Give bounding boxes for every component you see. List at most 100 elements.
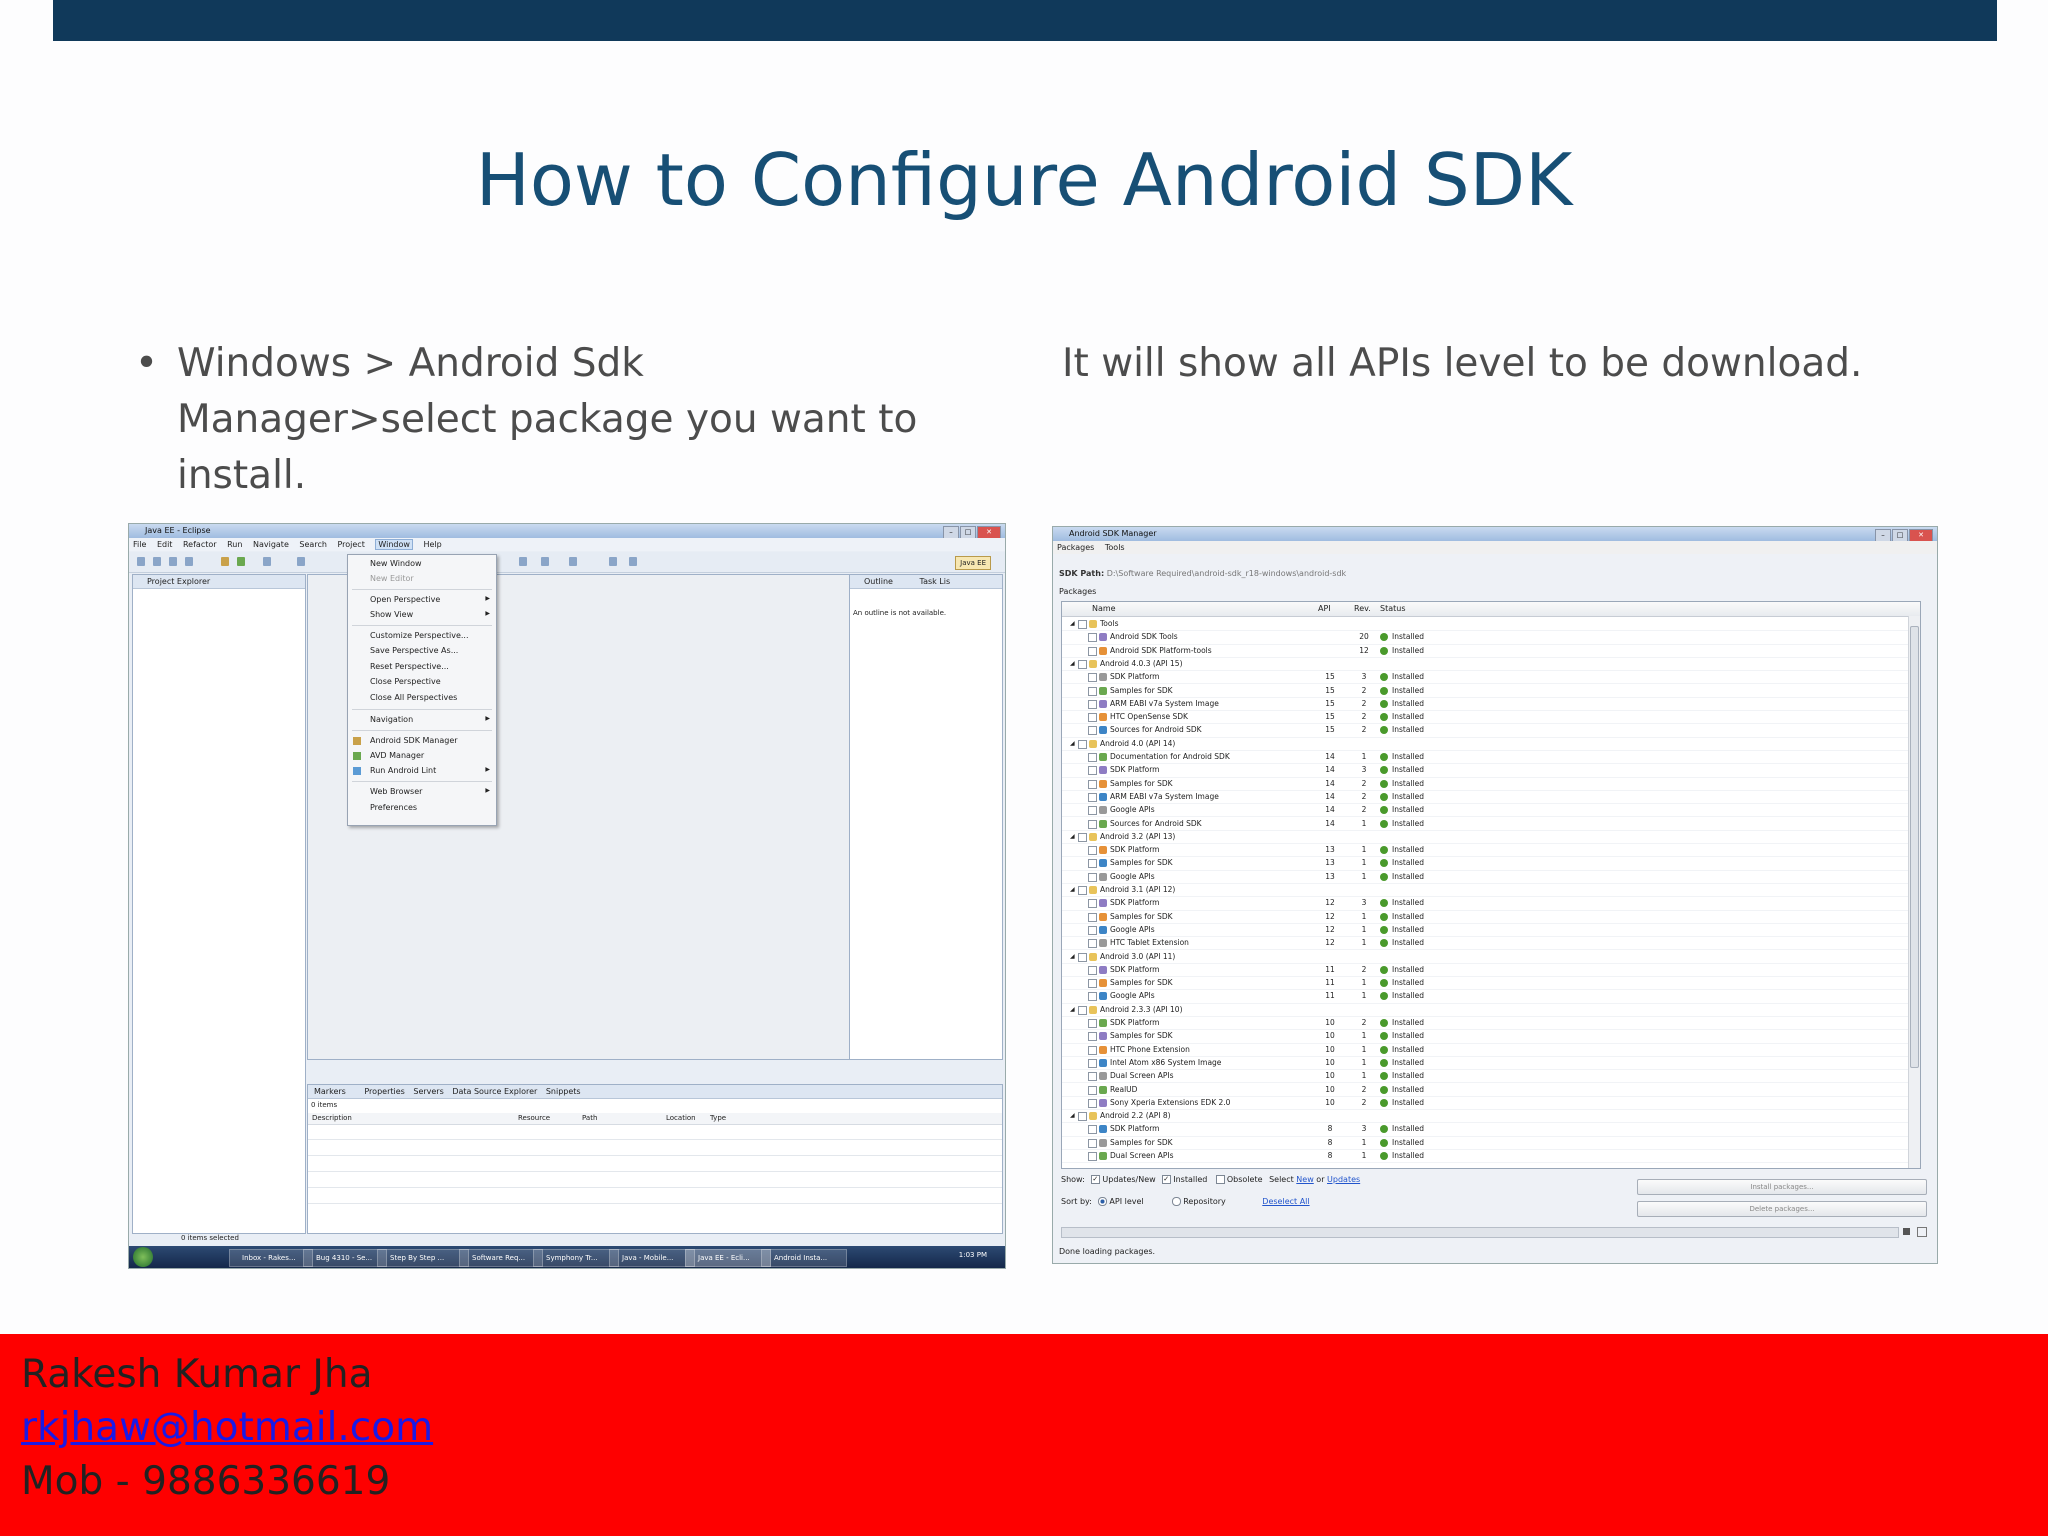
package-group-row[interactable]: ◢ Android 2.3.3 (API 10) (1062, 1003, 1908, 1017)
updates-new-checkbox[interactable]: ✓ (1091, 1175, 1101, 1184)
package-checkbox[interactable] (1088, 1085, 1097, 1095)
menu-navigate[interactable]: Navigate (253, 540, 289, 549)
menu-edit[interactable]: Edit (157, 540, 173, 549)
package-checkbox[interactable] (1088, 979, 1097, 989)
outline-tab[interactable]: Outline (864, 577, 893, 586)
package-row[interactable]: Samples for SDK 13 1 Installed (1062, 856, 1908, 871)
author-email-link[interactable]: rkjhaw@hotmail.com (21, 1405, 433, 1450)
package-checkbox[interactable] (1088, 713, 1097, 723)
menu-refactor[interactable]: Refactor (183, 540, 217, 549)
avd-icon[interactable] (237, 557, 245, 566)
package-row[interactable]: Samples for SDK 12 1 Installed (1062, 910, 1908, 924)
package-group-row[interactable]: ◢ Tools (1062, 617, 1908, 632)
package-checkbox[interactable] (1088, 633, 1097, 643)
col-location[interactable]: Location (666, 1113, 696, 1124)
package-row[interactable]: SDK Platform 11 2 Installed (1062, 963, 1908, 978)
packages-scrollbar[interactable] (1908, 616, 1920, 1168)
package-row[interactable]: Android SDK Platform-tools 12 Installed (1062, 644, 1908, 658)
task-list-tab[interactable]: Task Lis (920, 577, 951, 586)
save-icon[interactable] (153, 557, 161, 566)
package-group-row[interactable]: ◢ Android 3.2 (API 13) (1062, 830, 1908, 845)
package-checkbox[interactable] (1088, 1019, 1097, 1028)
package-checkbox[interactable] (1088, 912, 1097, 922)
package-checkbox[interactable] (1078, 886, 1087, 895)
package-checkbox[interactable] (1078, 832, 1087, 842)
menu-item-preferences[interactable]: Preferences (370, 803, 417, 812)
tab-data-source-explorer[interactable]: Data Source Explorer (452, 1087, 537, 1096)
package-row[interactable]: Google APIs 12 1 Installed (1062, 923, 1908, 938)
package-checkbox[interactable] (1088, 806, 1097, 816)
package-group-row[interactable]: ◢ Android 3.1 (API 12) (1062, 883, 1908, 898)
menu-item-new-window[interactable]: New Window (370, 559, 422, 568)
log-icon[interactable] (1917, 1227, 1927, 1237)
expand-toggle-icon[interactable]: ◢ (1070, 883, 1075, 896)
expand-toggle-icon[interactable]: ◢ (1070, 830, 1075, 843)
forward-icon[interactable] (609, 557, 617, 566)
package-row[interactable]: Google APIs 14 2 Installed (1062, 803, 1908, 818)
package-checkbox[interactable] (1088, 792, 1097, 802)
col-rev[interactable]: Rev. (1354, 602, 1371, 616)
col-name[interactable]: Name (1092, 602, 1116, 616)
deselect-all-link[interactable]: Deselect All (1262, 1197, 1309, 1206)
package-checkbox[interactable] (1088, 1072, 1097, 1082)
package-checkbox[interactable] (1078, 1005, 1087, 1015)
taskbar-item[interactable]: Java EE - Ecli... (685, 1249, 771, 1267)
package-row[interactable]: Google APIs 11 1 Installed (1062, 989, 1908, 1004)
menu-item-customize-perspective[interactable]: Customize Perspective... (370, 631, 469, 640)
menu-item-avd-manager[interactable]: AVD Manager (370, 751, 424, 760)
package-checkbox[interactable] (1088, 992, 1097, 1002)
menu-project[interactable]: Project (337, 540, 364, 549)
col-description[interactable]: Description (312, 1113, 352, 1124)
package-checkbox[interactable] (1088, 925, 1097, 935)
install-packages-button[interactable]: Install packages... (1637, 1179, 1927, 1195)
taskbar-item[interactable]: Symphony Tr... (533, 1249, 619, 1267)
package-checkbox[interactable] (1088, 726, 1097, 736)
package-group-row[interactable]: ◢ Android 4.0.3 (API 15) (1062, 657, 1908, 672)
taskbar-item[interactable]: Step By Step ... (377, 1249, 469, 1267)
package-row[interactable]: ARM EABI v7a System Image 14 2 Installed (1062, 790, 1908, 805)
taskbar-item[interactable]: Bug 4310 - Se... (303, 1249, 387, 1267)
package-row[interactable]: Google APIs 13 1 Installed (1062, 870, 1908, 884)
menu-item-close-perspective[interactable]: Close Perspective (370, 677, 441, 686)
package-row[interactable]: Dual Screen APIs 8 1 Installed (1062, 1149, 1908, 1164)
menu-file[interactable]: File (133, 540, 146, 549)
package-checkbox[interactable] (1088, 1058, 1097, 1068)
package-checkbox[interactable] (1088, 779, 1097, 789)
menu-packages[interactable]: Packages (1057, 543, 1094, 552)
package-group-row[interactable]: ◢ Android 2.2 (API 8) (1062, 1109, 1908, 1124)
package-checkbox[interactable] (1088, 1125, 1097, 1135)
package-row[interactable]: SDK Platform 13 1 Installed (1062, 843, 1908, 858)
perspective-java-ee[interactable]: Java EE (955, 556, 991, 570)
col-status[interactable]: Status (1380, 602, 1406, 616)
run-icon[interactable] (263, 557, 271, 566)
package-checkbox[interactable] (1078, 620, 1087, 629)
tab-markers[interactable]: Markers (314, 1087, 346, 1096)
package-checkbox[interactable] (1088, 646, 1097, 656)
package-row[interactable]: SDK Platform 12 3 Installed (1062, 896, 1908, 911)
expand-toggle-icon[interactable]: ◢ (1070, 1003, 1075, 1016)
package-checkbox[interactable] (1088, 899, 1097, 909)
server-icon[interactable] (185, 557, 193, 566)
package-row[interactable]: Samples for SDK 11 1 Installed (1062, 976, 1908, 991)
select-updates-link[interactable]: Updates (1327, 1175, 1360, 1184)
package-checkbox[interactable] (1088, 859, 1097, 869)
start-button-icon[interactable] (133, 1247, 153, 1267)
menu-item-navigation[interactable]: Navigation ▶ (370, 715, 496, 724)
package-checkbox[interactable] (1088, 686, 1097, 696)
package-row[interactable]: Samples for SDK 14 2 Installed (1062, 777, 1908, 791)
taskbar-item[interactable]: Android Insta... (761, 1249, 847, 1267)
package-row[interactable]: SDK Platform 8 3 Installed (1062, 1122, 1908, 1137)
package-row[interactable]: Sources for Android SDK 14 1 Installed (1062, 817, 1908, 831)
tab-servers[interactable]: Servers (413, 1087, 443, 1096)
package-checkbox[interactable] (1088, 766, 1097, 776)
refresh-icon[interactable] (541, 557, 549, 566)
package-row[interactable]: SDK Platform 14 3 Installed (1062, 763, 1908, 778)
package-row[interactable]: RealUD 10 2 Installed (1062, 1083, 1908, 1097)
project-explorer-tab[interactable]: Project Explorer (133, 575, 305, 589)
expand-toggle-icon[interactable]: ◢ (1070, 737, 1075, 750)
installed-checkbox[interactable]: ✓ (1162, 1175, 1172, 1184)
package-row[interactable]: HTC Phone Extension 10 1 Installed (1062, 1043, 1908, 1057)
expand-toggle-icon[interactable]: ◢ (1070, 1109, 1075, 1122)
menu-tools[interactable]: Tools (1105, 543, 1125, 552)
package-row[interactable]: Samples for SDK 10 1 Installed (1062, 1029, 1908, 1044)
